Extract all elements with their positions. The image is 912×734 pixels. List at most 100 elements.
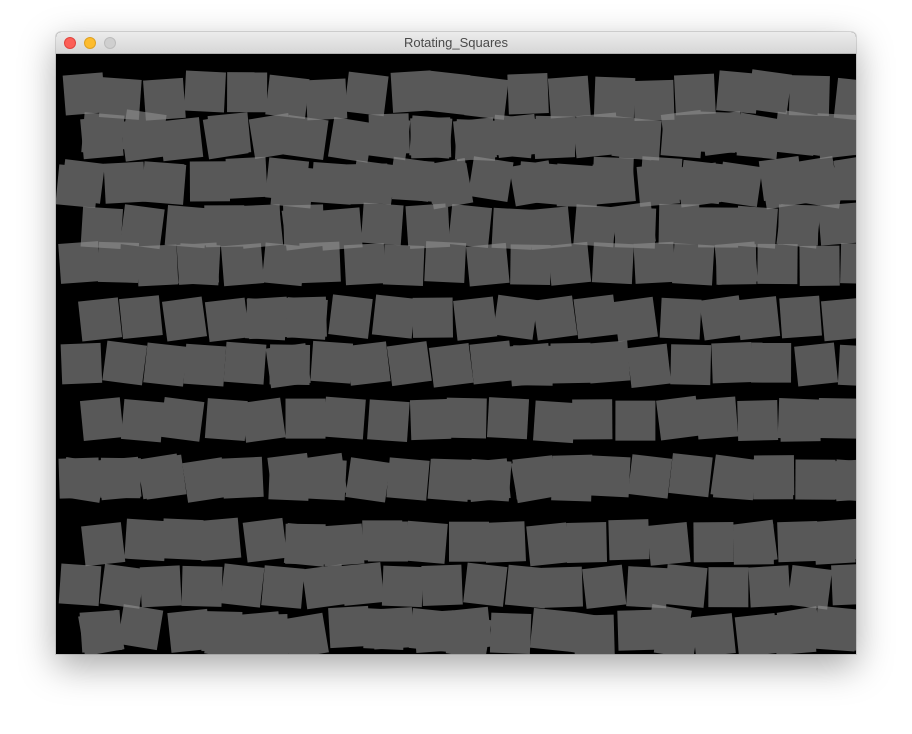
rotating-square [183,343,227,387]
rotating-square [181,565,223,607]
rotating-square [592,161,636,205]
rotating-square [328,294,373,339]
rotating-square [425,157,472,205]
rotating-square [670,344,712,386]
rotating-square [445,397,487,439]
rotating-square [737,400,779,441]
rotating-square [510,244,551,285]
rotating-square [178,243,221,286]
rotating-square [658,203,700,245]
rotating-square [717,161,763,207]
rotating-square [627,454,673,499]
rotating-square [201,610,243,653]
rotating-square [242,517,288,563]
rotating-square [463,562,508,607]
rotating-square [566,522,608,563]
rotating-square [833,459,856,503]
rotating-square [347,163,389,205]
rotating-square [189,161,231,202]
rotating-square [613,296,658,342]
rotating-square [626,566,669,609]
rotating-square [732,519,778,565]
rotating-square [753,459,794,500]
rotating-square [494,113,539,158]
rotating-square [792,156,839,202]
rotating-square [283,114,329,161]
rotating-square [99,563,145,609]
rotating-square [746,69,793,115]
rotating-square [321,523,365,567]
app-window: Rotating_Squares [56,32,856,654]
rotating-square [532,295,578,341]
rotating-square [427,458,471,502]
rotating-square [367,399,410,443]
rotating-square [787,564,833,610]
rotating-square [368,113,410,155]
rotating-square [283,523,328,567]
rotating-square [512,345,554,386]
rotating-square [282,612,329,654]
rotating-square [301,452,348,499]
rotating-square [751,342,792,383]
rotating-square [492,294,538,340]
rotating-square [421,564,463,607]
rotating-square [371,294,416,339]
rotating-square [58,241,101,284]
sketch-canvas[interactable] [56,54,856,654]
rotating-square [117,604,164,651]
rotating-square [265,74,310,119]
rotating-square [202,113,249,160]
rotating-square [608,519,650,561]
rotating-square [736,115,781,160]
rotating-square [343,243,386,286]
rotating-square [161,296,208,342]
rotating-square [507,73,549,115]
square-row [58,241,856,287]
rotating-square [593,76,636,119]
square-row [58,562,856,610]
rotating-squares-drawing [56,54,856,654]
rotating-square [220,563,265,608]
rotating-square [360,202,404,246]
rotating-square [735,205,778,249]
rotating-square [227,72,268,113]
rotating-square [310,161,354,205]
rotating-square [656,395,701,441]
rotating-square [386,341,432,387]
rotating-square [659,297,702,340]
rotating-square [182,457,228,503]
rotating-square [453,296,498,341]
rotating-square [103,161,146,204]
rotating-square [573,204,617,248]
title-bar[interactable]: Rotating_Squares [56,32,856,54]
square-row [60,340,856,389]
rotating-square [410,117,452,159]
rotating-square [381,565,424,608]
rotating-square [362,520,403,561]
rotating-square [239,204,284,249]
rotating-square [698,207,739,248]
rotating-square [465,242,510,287]
rotating-square [301,564,347,610]
rotating-square [554,163,598,207]
rotating-square [220,243,265,287]
rotating-square [204,205,245,246]
rotating-square [736,296,781,341]
rotating-square [285,296,327,338]
rotating-square [97,241,140,283]
square-row [78,294,856,343]
rotating-square [464,75,509,120]
rotating-square [424,241,467,284]
rotating-square [445,613,492,654]
rotating-square [673,73,716,116]
rotating-square [469,340,514,385]
rotating-square [346,341,391,386]
rotating-square [588,455,631,498]
rotating-square [777,398,820,440]
rotating-square [344,71,389,117]
rotating-square [340,562,385,606]
rotating-square [533,117,576,160]
rotating-square [449,521,489,562]
rotating-square [693,521,734,563]
rotating-square [327,116,374,163]
